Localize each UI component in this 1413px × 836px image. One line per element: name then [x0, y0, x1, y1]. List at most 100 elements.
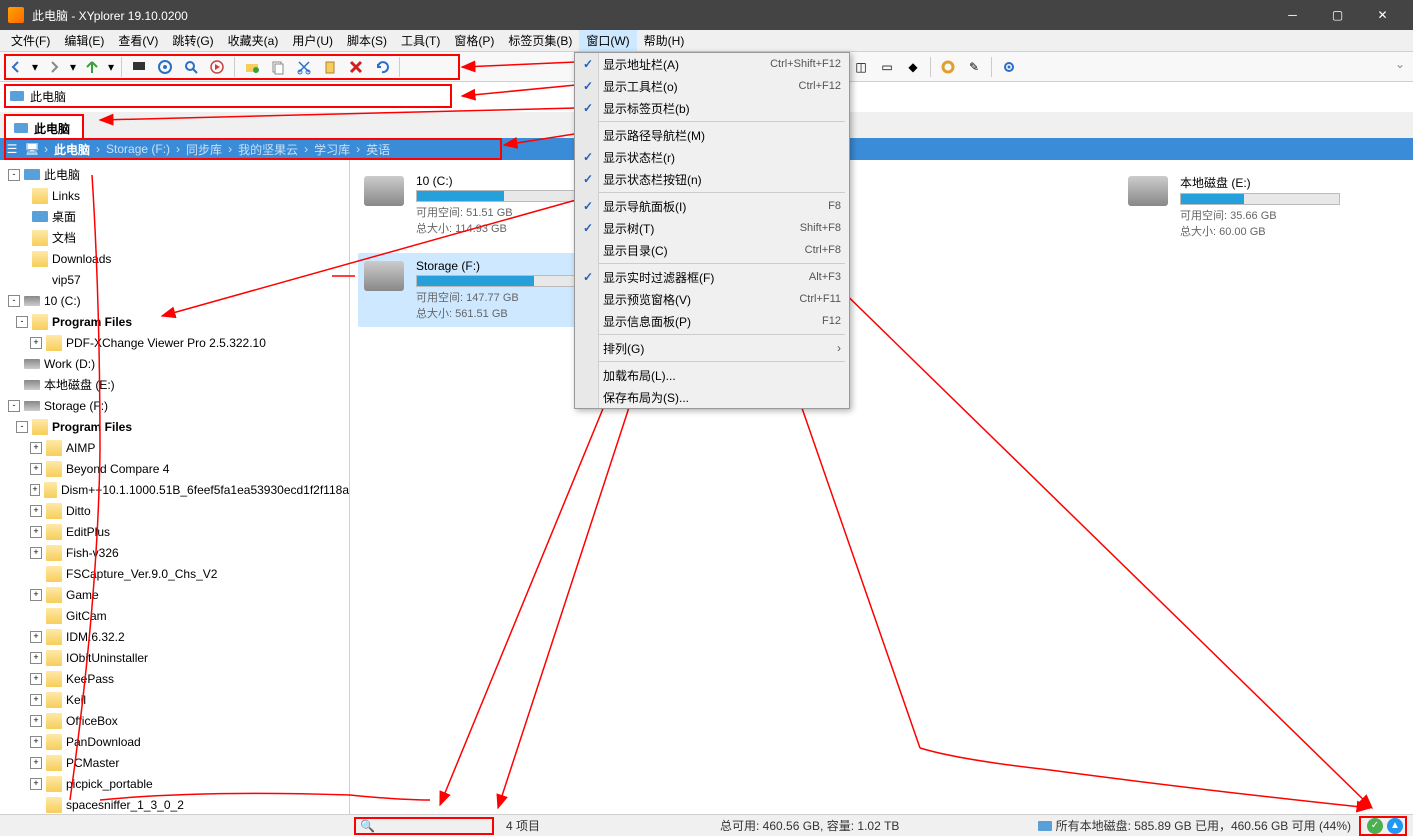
book-icon[interactable]: ◆ [901, 55, 925, 79]
breadcrumb-item[interactable]: 学习库 [308, 141, 356, 158]
address-bar[interactable]: 此电脑 [4, 84, 452, 108]
tree-item[interactable]: Links [0, 185, 349, 206]
tree-item[interactable]: +Game [0, 584, 349, 605]
tree-item[interactable]: +IObitUninstaller [0, 647, 349, 668]
tree-item[interactable]: +EditPlus [0, 521, 349, 542]
menu-item[interactable]: 窗格(P) [447, 30, 501, 51]
tree-item[interactable]: +KeePass [0, 668, 349, 689]
tree-expander[interactable]: + [30, 484, 40, 496]
forward-dropdown[interactable]: ▾ [68, 55, 78, 79]
tree-expander[interactable]: + [30, 673, 42, 685]
tree-item[interactable]: FSCapture_Ver.9.0_Chs_V2 [0, 563, 349, 584]
tree-item[interactable]: Downloads [0, 248, 349, 269]
tree-expander[interactable]: - [16, 316, 28, 328]
tree-expander[interactable]: + [30, 337, 42, 349]
tree-item[interactable]: +Ditto [0, 500, 349, 521]
brush-icon[interactable]: ✎ [962, 55, 986, 79]
tree-expander[interactable]: + [30, 589, 42, 601]
breadcrumb-item[interactable]: Storage (F:) [100, 142, 176, 156]
tree-expander[interactable]: + [30, 757, 42, 769]
tree-expander[interactable]: + [30, 652, 42, 664]
menu-dropdown-item[interactable]: 显示目录(C)Ctrl+F8 [575, 239, 849, 261]
drive-entry[interactable]: 本地磁盘 (E:) 可用空间: 35.66 GB 总大小: 60.00 GB [1122, 168, 1346, 245]
menu-item[interactable]: 查看(V) [111, 30, 165, 51]
tree-item[interactable]: 文档 [0, 227, 349, 248]
menu-dropdown-item[interactable]: 显示路径导航栏(M) [575, 124, 849, 146]
drive-entry[interactable]: Storage (F:) 可用空间: 147.77 GB 总大小: 561.51… [358, 253, 582, 327]
menu-item[interactable]: 用户(U) [285, 30, 340, 51]
drive-entry[interactable]: 10 (C:) 可用空间: 51.51 GB 总大小: 114.93 GB [358, 168, 582, 245]
breadcrumb-menu-icon[interactable]: ☰ [4, 141, 20, 157]
back-button[interactable] [4, 55, 28, 79]
tree-item[interactable]: -Program Files [0, 416, 349, 437]
menu-dropdown-item[interactable]: ✓显示状态栏(r) [575, 146, 849, 168]
tree-expander[interactable]: + [30, 694, 42, 706]
menu-dropdown-item[interactable]: ✓显示实时过滤器框(F)Alt+F3 [575, 266, 849, 288]
status-up-badge[interactable]: ▲ [1387, 818, 1403, 834]
new-folder-icon[interactable] [240, 55, 264, 79]
status-ok-badge[interactable]: ✓ [1367, 818, 1383, 834]
tree-item[interactable]: +PDF-XChange Viewer Pro 2.5.322.10 [0, 332, 349, 353]
tree-expander[interactable]: + [30, 442, 42, 454]
tree-item[interactable]: +Dism++10.1.1000.51B_6feef5fa1ea53930ecd… [0, 479, 349, 500]
tree-expander[interactable]: + [30, 715, 42, 727]
tree-expander[interactable]: - [8, 169, 20, 181]
tree-item[interactable]: -10 (C:) [0, 290, 349, 311]
tree-item[interactable]: +Fish-v326 [0, 542, 349, 563]
menu-dropdown-item[interactable]: 加载布局(L)... [575, 364, 849, 386]
menu-dropdown-item[interactable]: ✓显示标签页栏(b) [575, 97, 849, 119]
back-dropdown[interactable]: ▾ [30, 55, 40, 79]
target-icon[interactable] [153, 55, 177, 79]
delete-icon[interactable] [344, 55, 368, 79]
menu-item[interactable]: 标签页集(B) [501, 30, 579, 51]
gear-icon[interactable] [936, 55, 960, 79]
view-split-icon[interactable]: ◫ [849, 55, 873, 79]
tree-item[interactable]: -Storage (F:) [0, 395, 349, 416]
menu-dropdown-item[interactable]: 排列(G)› [575, 337, 849, 359]
tree-expander[interactable]: + [30, 526, 42, 538]
menu-dropdown-item[interactable]: 显示预览窗格(V)Ctrl+F11 [575, 288, 849, 310]
menu-item[interactable]: 帮助(H) [637, 30, 692, 51]
tree-item[interactable]: spacesniffer_1_3_0_2 [0, 794, 349, 815]
tree-item[interactable]: 本地磁盘 (E:) [0, 374, 349, 395]
copy-icon[interactable] [266, 55, 290, 79]
settings-icon[interactable] [997, 55, 1021, 79]
tree-item[interactable]: Work (D:) [0, 353, 349, 374]
breadcrumb-item[interactable]: 我的坚果云 [232, 141, 304, 158]
menu-item[interactable]: 收藏夹(a) [221, 30, 286, 51]
tree-expander[interactable]: + [30, 631, 42, 643]
breadcrumb-item[interactable]: 英语 [360, 141, 396, 158]
tree-item[interactable]: +OfficeBox [0, 710, 349, 731]
menu-dropdown-item[interactable]: ✓显示导航面板(I)F8 [575, 195, 849, 217]
tree-item[interactable]: +PCMaster [0, 752, 349, 773]
menu-item[interactable]: 脚本(S) [340, 30, 394, 51]
view-panel-icon[interactable]: ▭ [875, 55, 899, 79]
menu-item[interactable]: 跳转(G) [165, 30, 220, 51]
play-icon[interactable] [205, 55, 229, 79]
up-dropdown[interactable]: ▾ [106, 55, 116, 79]
up-button[interactable] [80, 55, 104, 79]
tree-expander[interactable]: + [30, 778, 42, 790]
minimize-button[interactable]: ─ [1270, 0, 1315, 30]
address-dropdown[interactable]: ⌄ [1395, 52, 1405, 76]
paste-icon[interactable] [318, 55, 342, 79]
menu-dropdown-item[interactable]: ✓显示树(T)Shift+F8 [575, 217, 849, 239]
menu-dropdown-item[interactable]: ✓显示状态栏按钮(n) [575, 168, 849, 190]
tree-expander[interactable]: + [30, 463, 42, 475]
cut-icon[interactable] [292, 55, 316, 79]
breadcrumb-item[interactable]: 此电脑 [48, 141, 96, 158]
close-button[interactable]: ✕ [1360, 0, 1405, 30]
menu-dropdown-item[interactable]: ✓显示地址栏(A)Ctrl+Shift+F12 [575, 53, 849, 75]
filter-box[interactable]: 🔍 [354, 817, 494, 835]
menu-item[interactable]: 工具(T) [394, 30, 447, 51]
menu-dropdown-item[interactable]: ✓显示工具栏(o)Ctrl+F12 [575, 75, 849, 97]
tree-item[interactable]: -此电脑 [0, 164, 349, 185]
menu-dropdown-item[interactable]: 保存布局为(S)... [575, 386, 849, 408]
tree-item[interactable]: +IDM.6.32.2 [0, 626, 349, 647]
breadcrumb-item[interactable]: 同步库 [180, 141, 228, 158]
tree-item[interactable]: +Beyond Compare 4 [0, 458, 349, 479]
search-icon[interactable] [179, 55, 203, 79]
tree-expander[interactable]: - [8, 295, 20, 307]
tree-expander[interactable]: + [30, 505, 42, 517]
menu-item[interactable]: 编辑(E) [57, 30, 111, 51]
